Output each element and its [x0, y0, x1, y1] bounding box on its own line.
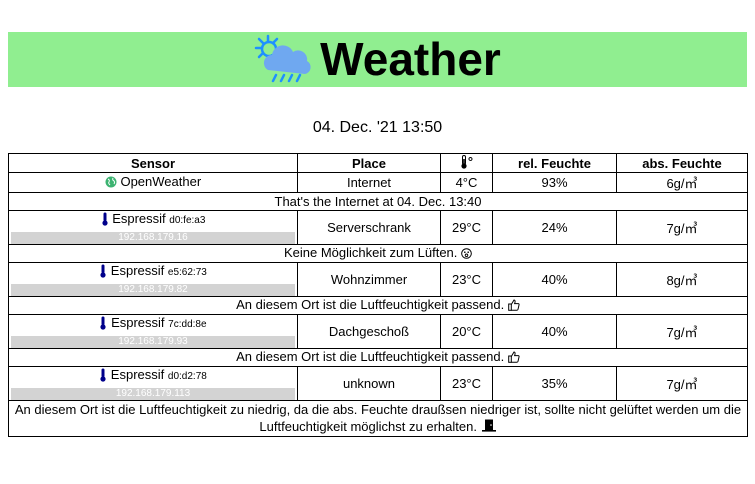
- message-cell: An diesem Ort ist die Luftfeuchtigkeit z…: [8, 399, 748, 438]
- sensor-mac: d0:fe:a3: [169, 215, 206, 227]
- page-title: Weather: [320, 33, 501, 85]
- sensor-name: Espressif: [111, 315, 165, 331]
- abs-humidity-cell: 7g/㎥: [616, 314, 748, 349]
- column-header-rel-humidity: rel. Feuchte: [492, 153, 617, 173]
- table-row: Espressif d0:fe:a3 192.168.179.16 Server…: [8, 210, 748, 245]
- rel-humidity-cell: 24%: [492, 210, 617, 245]
- place-cell: Wohnzimmer: [297, 262, 441, 297]
- message-text: An diesem Ort ist die Luftfeuchtigkeit z…: [14, 402, 742, 434]
- timestamp: 04. Dec. '21 13:50: [312, 119, 443, 136]
- cloud-sun-rain-icon: [254, 34, 312, 86]
- globe-icon: [105, 176, 117, 191]
- temperature-cell: 23°C: [440, 366, 493, 401]
- message-cell: That's the Internet at 04. Dec. 13:40: [8, 192, 748, 211]
- column-header-temperature: °: [440, 153, 493, 173]
- thermometer-icon: [99, 264, 107, 281]
- message-text: An diesem Ort ist die Luftfeuchtigkeit p…: [236, 349, 505, 365]
- place-cell: Internet: [297, 172, 441, 193]
- rel-humidity-cell: 40%: [492, 314, 617, 349]
- place-cell: unknown: [297, 366, 441, 401]
- sensor-cell: Espressif 7c:dd:8e 192.168.179.93: [8, 314, 298, 349]
- thumbs-up-icon: [508, 351, 520, 366]
- sensor-mac: 7c:dd:8e: [168, 319, 207, 331]
- sensor-mac: d0:d2:78: [167, 371, 207, 383]
- message-text: An diesem Ort ist die Luftfeuchtigkeit p…: [236, 297, 505, 313]
- place-cell: Serverschrank: [297, 210, 441, 245]
- table-row: Espressif 7c:dd:8e 192.168.179.93 Dachge…: [8, 314, 748, 349]
- message-text: Keine Möglichkeit zum Lüften.: [283, 245, 458, 261]
- abs-humidity-cell: 7g/㎥: [616, 210, 748, 245]
- message-cell: An diesem Ort ist die Luftfeuchtigkeit p…: [8, 348, 748, 367]
- sensor-name: Espressif: [110, 263, 165, 279]
- sensor-cell: Espressif d0:fe:a3 192.168.179.16: [8, 210, 298, 245]
- header-banner: Weather: [8, 32, 747, 87]
- sensor-cell: Espressif d0:d2:78 192.168.179.113: [8, 366, 298, 401]
- temperature-degree-label: °: [467, 154, 474, 170]
- thermometer-icon: [101, 212, 109, 229]
- table-row: Espressif e5:62:73 192.168.179.82 Wohnzi…: [8, 262, 748, 297]
- thermometer-icon: [99, 316, 107, 333]
- message-cell: An diesem Ort ist die Luftfeuchtigkeit p…: [8, 296, 748, 315]
- abs-humidity-cell: 6g/㎥: [616, 172, 748, 193]
- sensor-name: Espressif: [110, 367, 165, 383]
- sensor-ip: 192.168.179.113: [11, 387, 295, 400]
- abs-humidity-cell: 8g/㎥: [616, 262, 748, 297]
- thermometer-icon: [99, 368, 107, 385]
- message-row: An diesem Ort ist die Luftfeuchtigkeit p…: [8, 348, 748, 367]
- temperature-cell: 4°C: [440, 172, 493, 193]
- column-header-sensor: Sensor: [8, 153, 298, 173]
- place-cell: Dachgeschoß: [297, 314, 441, 349]
- temperature-cell: 29°C: [440, 210, 493, 245]
- sensor-cell: Espressif e5:62:73 192.168.179.82: [8, 262, 298, 297]
- sensor-table: Sensor Place ° rel. Feuchte abs. Feuchte…: [8, 153, 748, 438]
- rel-humidity-cell: 93%: [492, 172, 617, 193]
- message-row: Keine Möglichkeit zum Lüften.: [8, 244, 748, 263]
- rel-humidity-cell: 35%: [492, 366, 617, 401]
- sensor-cell: OpenWeather: [8, 172, 298, 193]
- message-row: An diesem Ort ist die Luftfeuchtigkeit z…: [8, 399, 748, 438]
- rel-humidity-cell: 40%: [492, 262, 617, 297]
- thermometer-icon: [460, 154, 468, 172]
- abs-humidity-cell: 7g/㎥: [616, 366, 748, 401]
- sensor-name: OpenWeather: [120, 174, 202, 190]
- sensor-ip: 192.168.179.16: [11, 231, 295, 244]
- sensor-mac: e5:62:73: [167, 267, 207, 279]
- column-header-place: Place: [297, 153, 441, 173]
- temperature-cell: 23°C: [440, 262, 493, 297]
- sensor-name: Espressif: [112, 211, 166, 227]
- temperature-cell: 20°C: [440, 314, 493, 349]
- smiley-icon: [461, 247, 472, 262]
- closed-door-icon: [481, 419, 497, 436]
- message-row: An diesem Ort ist die Luftfeuchtigkeit p…: [8, 296, 748, 315]
- table-header-row: Sensor Place ° rel. Feuchte abs. Feuchte: [8, 153, 748, 173]
- message-row: That's the Internet at 04. Dec. 13:40: [8, 192, 748, 211]
- table-row: OpenWeather Internet 4°C 93% 6g/㎥: [8, 172, 748, 193]
- sensor-ip: 192.168.179.93: [11, 335, 295, 348]
- thumbs-up-icon: [508, 299, 520, 314]
- table-row: Espressif d0:d2:78 192.168.179.113 unkno…: [8, 366, 748, 401]
- message-cell: Keine Möglichkeit zum Lüften.: [8, 244, 748, 263]
- sensor-ip: 192.168.179.82: [11, 283, 295, 296]
- column-header-abs-humidity: abs. Feuchte: [616, 153, 748, 173]
